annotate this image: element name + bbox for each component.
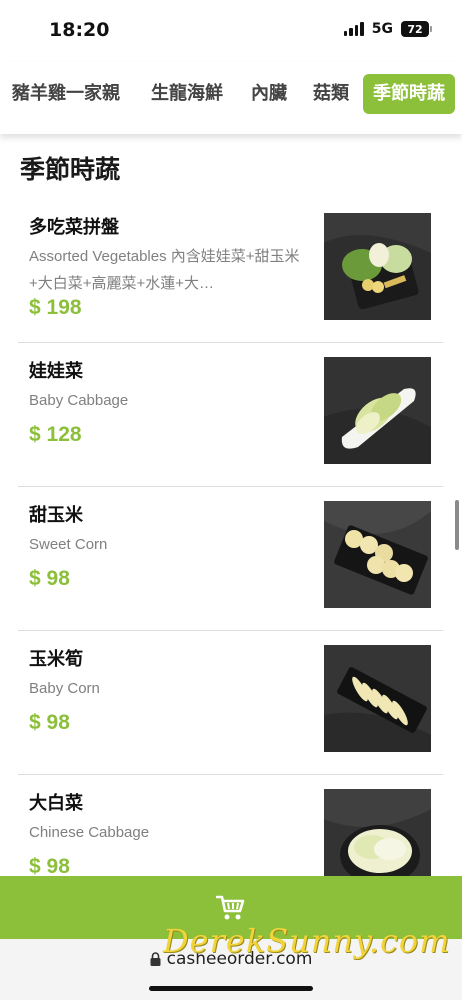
item-price: $ 198 [29,296,82,319]
signal-icon [343,22,364,36]
category-tab-pork-lamb-chicken[interactable]: 豬羊雞一家親 [12,74,120,114]
baby-cabbage-photo[interactable] [324,357,431,464]
menu-item[interactable]: 甜玉米 Sweet Corn $ 98 [18,487,443,631]
category-tab-seafood[interactable]: 生龍海鮮 [151,74,223,114]
baby-corn-photo[interactable] [324,645,431,752]
item-name: 大白菜 [29,793,83,814]
menu-item[interactable]: 多吃菜拼盤 Assorted Vegetables 內含娃娃菜+甜玉米+大白菜+… [18,199,443,343]
vegetable-platter-photo[interactable] [324,213,431,320]
item-name: 娃娃菜 [29,361,83,382]
status-bar: 18:20 5G 72 [0,0,462,62]
cart-icon [216,895,245,919]
category-nav: 豬羊雞一家親 生龍海鮮 內臟 菇類 季節時蔬 [0,62,462,134]
item-name: 甜玉米 [29,505,83,526]
status-time: 18:20 [49,19,110,41]
item-price: $ 128 [29,423,82,446]
battery-level: 72 [401,21,429,37]
menu-item[interactable]: 玉米筍 Baby Corn $ 98 [18,631,443,775]
item-price: $ 98 [29,711,70,734]
lock-icon [150,952,161,966]
item-name: 多吃菜拼盤 [29,217,119,238]
item-description: Sweet Corn [29,536,108,553]
item-description: Baby Corn [29,680,100,697]
item-price: $ 98 [29,567,70,590]
item-description: Baby Cabbage [29,392,129,409]
home-indicator[interactable] [149,986,313,991]
category-tab-mushrooms[interactable]: 菇類 [313,74,349,114]
section-title: 季節時蔬 [20,155,121,184]
status-indicators: 5G 72 [343,21,432,37]
scrollbar[interactable] [455,500,459,550]
watermark: DerekSunny.com [163,922,451,960]
sweet-corn-photo[interactable] [324,501,431,608]
menu-item[interactable]: 娃娃菜 Baby Cabbage $ 128 [18,343,443,487]
category-tab-seasonal-vegetables[interactable]: 季節時蔬 [363,74,455,114]
battery-icon: 72 [401,21,432,37]
item-description: Chinese Cabbage [29,824,150,841]
item-description: Assorted Vegetables 內含娃娃菜+甜玉米+大白菜+高麗菜+水蓮… [29,248,300,292]
category-tab-offal[interactable]: 內臟 [251,74,287,114]
item-name: 玉米筍 [29,649,83,670]
network-type: 5G [371,21,393,37]
